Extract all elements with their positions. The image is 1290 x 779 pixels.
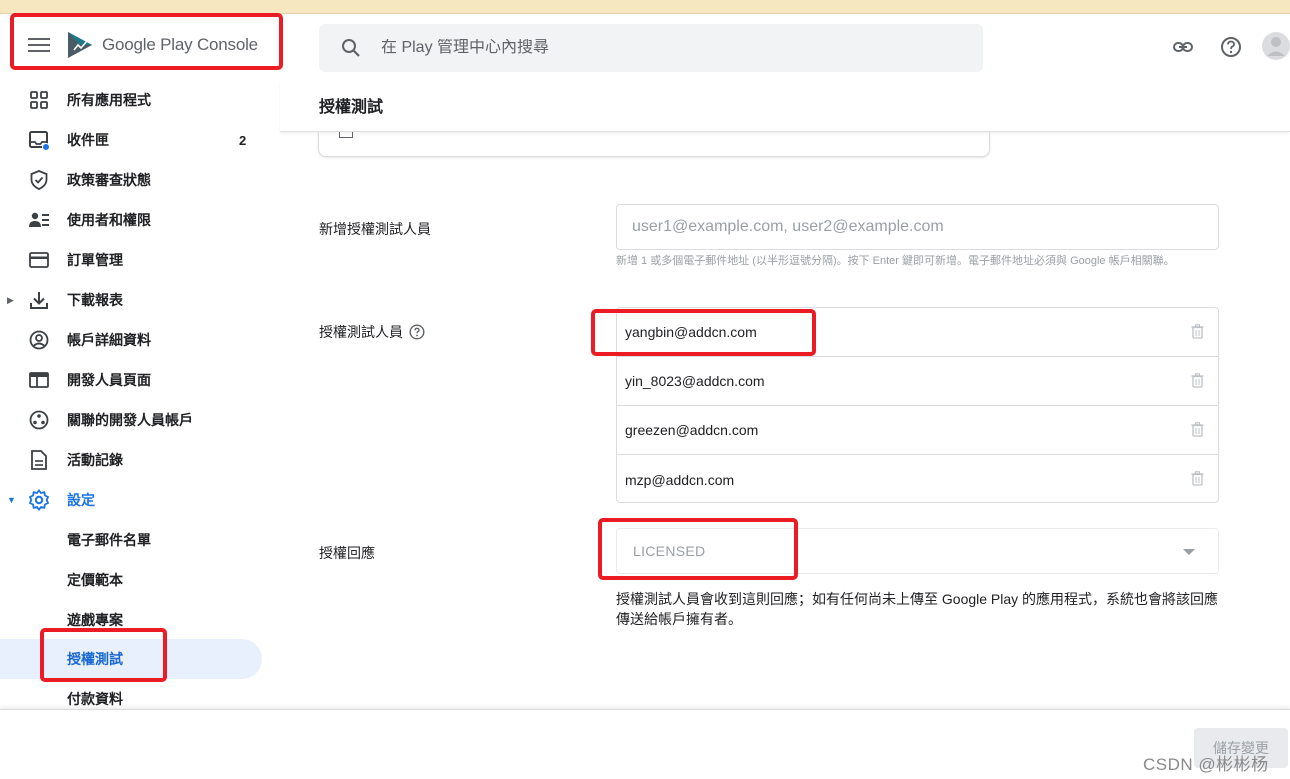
users-icon (28, 209, 50, 231)
app-name-prefix: Google Play (102, 35, 193, 54)
avatar[interactable] (1262, 30, 1290, 62)
sidebar-item-all-apps[interactable]: 所有應用程式 (0, 80, 262, 120)
license-response-label: 授權回應 (319, 545, 375, 561)
sidebar-subitem-game-projects[interactable]: 遊戲專案 (0, 600, 262, 640)
inbox-count-badge: 2 (239, 132, 247, 148)
watermark: CSDN @彬彬杨 (1143, 755, 1269, 774)
testers-label: 授權測試人員 (319, 324, 403, 340)
sidebar-item-label: 使用者和權限 (67, 212, 151, 228)
checkbox-icon[interactable] (339, 132, 353, 138)
top-app-bar: Google Play Console (0, 14, 1290, 80)
sidebar-item-label: 授權測試 (67, 651, 123, 667)
add-testers-label: 新增授權測試人員 (319, 221, 431, 237)
tester-row: yin_8023@addcn.com (617, 357, 1218, 406)
sidebar-item-label: 活動記錄 (67, 452, 123, 468)
sidebar-item-label: 訂單管理 (67, 252, 123, 268)
page-title: 授權測試 (319, 99, 384, 116)
search-input[interactable] (381, 39, 881, 57)
download-icon (28, 289, 50, 311)
dropdown-arrow-icon (1183, 549, 1195, 555)
sidebar-item-label: 設定 (67, 492, 95, 508)
sidebar-item-users-permissions[interactable]: 使用者和權限 (0, 200, 262, 240)
gear-icon (28, 489, 50, 511)
trash-icon[interactable] (1191, 471, 1204, 486)
add-testers-helper-text: 新增 1 或多個電子郵件地址 (以半形逗號分隔)。按下 Enter 鍵即可新增。… (616, 255, 1175, 267)
tester-email: mzp@addcn.com (625, 471, 735, 488)
trash-icon[interactable] (1191, 373, 1204, 388)
grid-icon (28, 89, 50, 111)
linked-accounts-icon (28, 409, 50, 431)
collapse-caret-icon[interactable]: ▼ (7, 495, 16, 505)
account-circle-icon (28, 329, 50, 351)
page-header: 授權測試 (280, 80, 1290, 132)
tester-row: mzp@addcn.com (617, 455, 1218, 504)
sidebar-item-order-management[interactable]: 訂單管理 (0, 240, 262, 280)
bookmarks-bar (0, 0, 1290, 14)
play-console-logo-icon (68, 32, 92, 58)
sidebar-item-linked-developer-accounts[interactable]: 關聯的開發人員帳戶 (0, 400, 262, 440)
add-testers-input[interactable] (616, 204, 1219, 250)
sidebar-item-account-details[interactable]: 帳戶詳細資料 (0, 320, 262, 360)
google-play-console-logo[interactable]: Google Play Console (66, 30, 258, 60)
sidebar-item-label: 開發人員頁面 (67, 372, 151, 388)
tester-row: yangbin@addcn.com (617, 308, 1218, 357)
sidebar-subitem-email-lists[interactable]: 電子郵件名單 (0, 520, 262, 560)
testers-list: yangbin@addcn.com yin_8023@addcn.com gre… (616, 307, 1219, 503)
sidebar-item-activity-log[interactable]: 活動記錄 (0, 440, 262, 480)
sidebar-item-label: 帳戶詳細資料 (67, 332, 151, 348)
scrolled-card (318, 132, 990, 157)
expand-caret-icon[interactable]: ▶ (7, 295, 14, 306)
app-name-suffix: Console (196, 35, 258, 54)
sidebar-item-label: 定價範本 (67, 572, 123, 588)
sidebar-item-label: 收件匣 (67, 132, 109, 148)
search-icon (342, 39, 360, 57)
sidebar-item-settings[interactable]: ▼ 設定 (0, 480, 262, 520)
help-icon[interactable] (1220, 36, 1242, 58)
sidebar-subitem-license-testing[interactable]: 授權測試 (0, 639, 262, 679)
inbox-icon (28, 129, 50, 151)
sidebar-item-policy-status[interactable]: 政策審查狀態 (0, 160, 262, 200)
search-bar[interactable] (319, 24, 983, 72)
sidebar-item-label: 遊戲專案 (67, 612, 123, 628)
trash-icon[interactable] (1191, 422, 1204, 437)
web-page-icon (28, 369, 50, 391)
sidebar-item-label: 下載報表 (67, 292, 123, 308)
sidebar-nav: 所有應用程式 收件匣 2 政策審查狀態 使用者和權限 訂單管理 ▶ 下載報表 帳… (0, 80, 280, 710)
hamburger-menu-icon[interactable] (28, 38, 50, 56)
sidebar-subitem-pricing-templates[interactable]: 定價範本 (0, 560, 262, 600)
sidebar-item-download-reports[interactable]: ▶ 下載報表 (0, 280, 262, 320)
tester-row: greezen@addcn.com (617, 406, 1218, 455)
sidebar-item-developer-page[interactable]: 開發人員頁面 (0, 360, 262, 400)
testers-label-row: 授權測試人員 (319, 322, 425, 342)
sidebar-item-label: 關聯的開發人員帳戶 (67, 412, 193, 428)
license-response-description: 授權測試人員會收到這則回應；如有任何尚未上傳至 Google Play 的應用程… (616, 591, 1219, 627)
shield-icon (28, 169, 50, 191)
license-response-select[interactable]: LICENSED (616, 528, 1219, 574)
tester-email: yin_8023@addcn.com (625, 373, 765, 389)
sidebar-item-label: 電子郵件名單 (67, 532, 151, 548)
tester-email: yangbin@addcn.com (625, 324, 757, 340)
document-icon (28, 449, 50, 471)
trash-icon[interactable] (1191, 324, 1204, 339)
tester-email: greezen@addcn.com (625, 422, 759, 438)
sidebar-item-label: 付款資料 (67, 691, 123, 707)
help-icon[interactable] (409, 324, 425, 340)
sidebar-subitem-payments-profile[interactable]: 付款資料 (0, 679, 262, 710)
sidebar-item-inbox[interactable]: 收件匣 2 (0, 120, 262, 160)
license-response-value: LICENSED (633, 543, 706, 559)
footer-bar: 儲存變更 CSDN @彬彬杨 (0, 709, 1290, 779)
credit-card-icon (28, 249, 50, 271)
sidebar-item-label: 政策審查狀態 (67, 172, 151, 188)
link-icon[interactable] (1172, 36, 1194, 58)
sidebar-item-label: 所有應用程式 (67, 92, 151, 108)
